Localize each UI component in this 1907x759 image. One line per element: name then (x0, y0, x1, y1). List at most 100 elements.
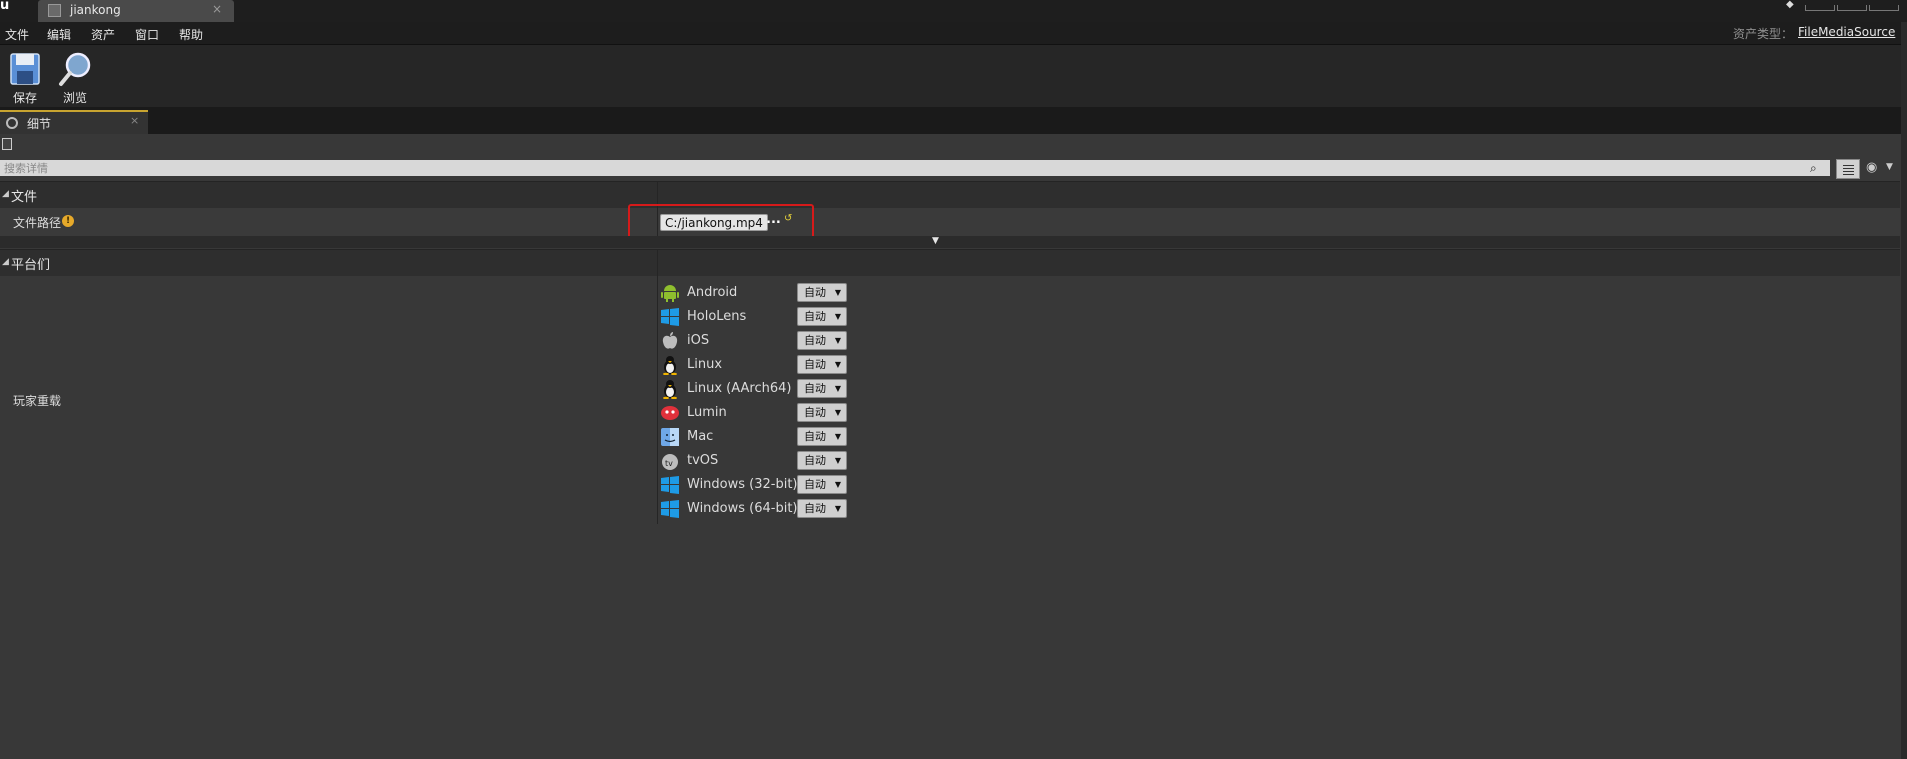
lumin-icon (661, 406, 679, 420)
menu-bar: 文件 编辑 资产 窗口 帮助 资产类型： FileMediaSource (0, 22, 1907, 45)
combo-value: 自动 (804, 358, 826, 371)
combo-value: 自动 (804, 334, 826, 347)
file-path-label: 文件路径 (13, 216, 62, 230)
minimize-button[interactable] (1805, 5, 1835, 11)
platform-combo[interactable]: 自动 ▼ (797, 427, 847, 446)
platform-name: Windows (64-bit) (687, 501, 798, 516)
platform-combo[interactable]: 自动 ▼ (797, 355, 847, 374)
menu-edit[interactable]: 编辑 (47, 26, 71, 43)
save-label: 保存 (12, 91, 37, 105)
chevron-down-icon: ▼ (834, 504, 841, 513)
apple-icon (662, 332, 678, 349)
asset-type-link[interactable]: FileMediaSource (1798, 25, 1895, 39)
platform-combo[interactable]: 自动 ▼ (797, 283, 847, 302)
android-icon (661, 285, 679, 302)
lock-icon[interactable] (2, 138, 12, 150)
browse-button[interactable]: 浏览 (50, 47, 100, 105)
player-overrides-label: 玩家重载 (13, 394, 62, 408)
magnifier-icon (59, 52, 91, 86)
platform-combo[interactable]: 自动 ▼ (797, 379, 847, 398)
windows-icon (661, 308, 679, 326)
chevron-down-icon: ▼ (834, 480, 841, 489)
category-header-file[interactable]: ◢ 文件 (0, 181, 1900, 208)
combo-value: 自动 (804, 382, 826, 395)
platform-row-windows-32: Windows (32-bit) 自动 ▼ (660, 474, 960, 496)
property-matrix-button[interactable] (1836, 159, 1860, 179)
platform-name: Lumin (687, 405, 727, 420)
apple-tv-icon: tv (662, 454, 678, 470)
svg-text:tv: tv (665, 459, 673, 468)
menu-file[interactable]: 文件 (5, 26, 29, 43)
menu-asset[interactable]: 资产 (91, 26, 115, 43)
close-window-button[interactable] (1869, 5, 1899, 11)
platform-name: Linux (AArch64) (687, 381, 792, 396)
category-title: 平台们 (11, 258, 51, 273)
panel-right-edge (1901, 22, 1907, 759)
platform-name: HoloLens (687, 309, 747, 324)
asset-type-label: 资产类型： (1733, 27, 1794, 41)
windows-icon (661, 500, 679, 518)
column-divider[interactable] (657, 250, 658, 276)
linux-penguin-icon (663, 356, 677, 375)
combo-value: 自动 (804, 286, 826, 299)
category-header-platforms[interactable]: ◢ 平台们 (0, 249, 1900, 276)
combo-value: 自动 (804, 454, 826, 467)
platform-combo[interactable]: 自动 ▼ (797, 307, 847, 326)
chevron-down-icon: ▼ (834, 312, 841, 321)
combo-value: 自动 (804, 430, 826, 443)
platform-row-hololens: HoloLens 自动 ▼ (660, 306, 960, 328)
platform-row-linux: Linux 自动 ▼ (660, 354, 960, 376)
close-icon[interactable]: × (212, 2, 222, 16)
eye-icon[interactable]: ◉ (1866, 161, 1884, 175)
platform-name: Windows (32-bit) (687, 477, 798, 492)
platform-row-linux-aarch64: Linux (AArch64) 自动 ▼ (660, 378, 960, 400)
menu-help[interactable]: 帮助 (179, 26, 203, 43)
platform-name: Linux (687, 357, 723, 372)
menu-window[interactable]: 窗口 (135, 26, 159, 43)
platform-combo[interactable]: 自动 ▼ (797, 331, 847, 350)
search-icon[interactable]: ⌕ (1810, 161, 1824, 175)
chevron-down-icon: ▼ (834, 432, 841, 441)
document-tab[interactable]: jiankong × (38, 0, 234, 22)
chevron-down-icon: ▼ (834, 384, 841, 393)
windows-icon (661, 476, 679, 494)
chevron-down-icon: ▼ (834, 288, 841, 297)
toolbar: 保存 浏览 (0, 45, 1907, 107)
search-input[interactable] (0, 160, 1830, 176)
column-divider[interactable] (657, 276, 658, 524)
feedback-icon[interactable]: ◆ (1786, 0, 1800, 10)
platform-combo[interactable]: 自动 ▼ (797, 403, 847, 422)
platform-row-tvos: tv tvOS 自动 ▼ (660, 450, 960, 472)
platform-row-mac: Mac 自动 ▼ (660, 426, 960, 448)
combo-value: 自动 (804, 502, 826, 515)
collapse-arrow-icon[interactable]: ◢ (2, 189, 9, 199)
platform-combo[interactable]: 自动 ▼ (797, 499, 847, 518)
platform-name: iOS (687, 333, 710, 348)
platform-name: tvOS (687, 453, 719, 468)
mac-finder-icon (661, 428, 679, 446)
linux-penguin-icon (663, 380, 677, 399)
chevron-down-icon: ▼ (834, 408, 841, 417)
platform-name: Android (687, 285, 738, 300)
save-icon (10, 53, 40, 85)
details-tab-label: 细节 (27, 117, 52, 131)
platform-name: Mac (687, 429, 714, 444)
close-icon[interactable]: × (130, 114, 139, 127)
media-asset-icon (48, 4, 61, 17)
category-title: 文件 (11, 190, 38, 205)
chevron-down-icon[interactable]: ▼ (1886, 162, 1893, 172)
warning-icon: ! (62, 215, 74, 227)
advanced-expander-row[interactable]: ▼ (0, 236, 1900, 248)
details-tab[interactable]: 细节 × (0, 110, 148, 134)
platform-combo[interactable]: 自动 ▼ (797, 475, 847, 494)
browse-label: 浏览 (62, 91, 87, 105)
maximize-button[interactable] (1837, 5, 1867, 11)
platform-combo[interactable]: 自动 ▼ (797, 451, 847, 470)
chevron-down-icon: ▼ (834, 360, 841, 369)
collapse-arrow-icon[interactable]: ◢ (2, 257, 9, 267)
unreal-logo-icon[interactable]: u (0, 0, 18, 14)
save-button[interactable]: 保存 (0, 47, 50, 105)
chevron-down-icon: ▼ (834, 456, 841, 465)
chevron-down-icon[interactable]: ▼ (932, 236, 939, 246)
file-path-row: 文件路径 ! C:/jiankong.mp4 ... ↺ (0, 208, 1900, 236)
